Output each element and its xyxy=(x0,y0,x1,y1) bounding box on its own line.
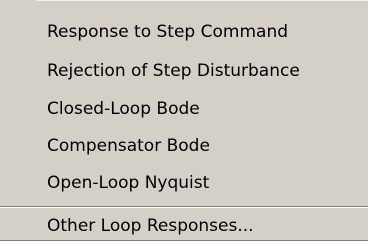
menu-item-rejection-of-step-disturbance[interactable]: Rejection of Step Disturbance xyxy=(0,55,368,87)
menu-item-closed-loop-bode[interactable]: Closed-Loop Bode xyxy=(0,93,368,125)
context-menu: Response to Step Command Rejection of St… xyxy=(0,0,368,241)
menu-item-other-loop-responses[interactable]: Other Loop Responses... xyxy=(0,210,368,242)
menu-item-compensator-bode[interactable]: Compensator Bode xyxy=(0,130,368,162)
menu-top-edge xyxy=(36,0,368,1)
menu-item-open-loop-nyquist[interactable]: Open-Loop Nyquist xyxy=(0,167,368,199)
menu-separator xyxy=(0,206,368,208)
menu-item-response-to-step-command[interactable]: Response to Step Command xyxy=(0,16,368,48)
